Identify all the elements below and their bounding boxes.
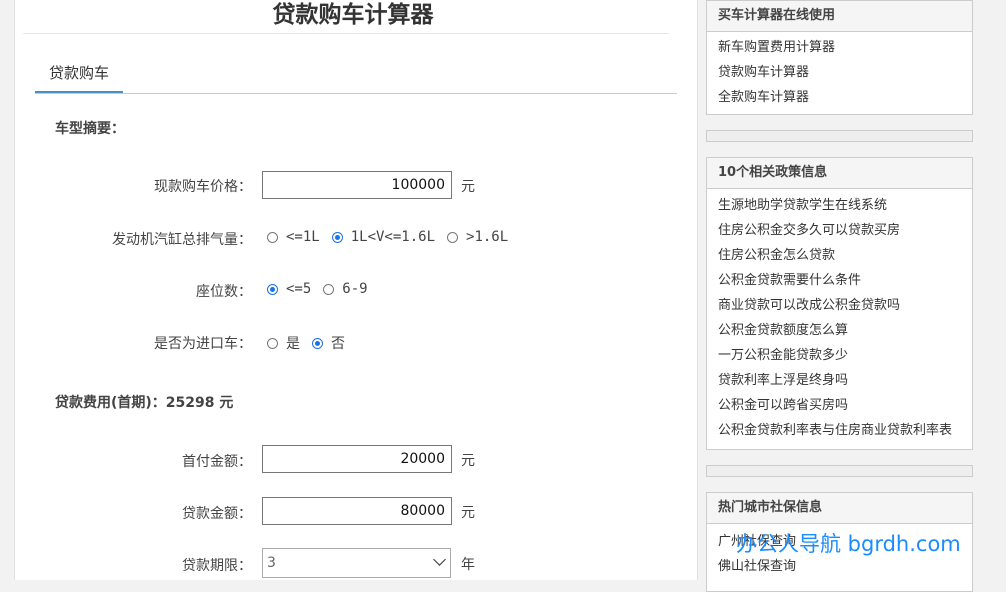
policy-link[interactable]: 公积金贷款利率表与住房商业贷款利率表 xyxy=(707,418,972,443)
loan-amount-unit: 元 xyxy=(461,505,475,521)
page-title: 贷款购车计算器 xyxy=(272,2,434,28)
imported-option-no: 否 xyxy=(331,336,345,352)
watermark: 办公人导航 bgrdh.com xyxy=(736,532,961,556)
loan-term-label: 贷款期限： xyxy=(182,558,252,574)
loan-amount-label: 贷款金额： xyxy=(182,506,252,522)
policy-link[interactable]: 生源地助学贷款学生在线系统 xyxy=(707,193,972,218)
down-payment-label: 首付金额： xyxy=(182,454,252,470)
down-payment-unit: 元 xyxy=(461,453,475,469)
displacement-option-1: <=1L xyxy=(286,229,320,245)
policy-link[interactable]: 一万公积金能贷款多少 xyxy=(707,343,972,368)
chevron-down-icon xyxy=(433,553,446,566)
calculator-link[interactable]: 新车购置费用计算器 xyxy=(707,35,972,60)
seats-label: 座位数： xyxy=(196,284,252,300)
seats-radio-1[interactable] xyxy=(267,283,278,295)
displacement-option-2: 1L<V<=1.6L xyxy=(350,229,436,245)
seats-radios: <=5 6-9 xyxy=(267,281,380,297)
price-input[interactable]: 100000 xyxy=(262,171,452,199)
policy-links-box: 10个相关政策信息 生源地助学贷款学生在线系统 住房公积金交多久可以贷款买房 住… xyxy=(706,157,973,450)
title-divider xyxy=(23,33,669,34)
price-label: 现款购车价格： xyxy=(154,179,252,195)
policy-link[interactable]: 住房公积金怎么贷款 xyxy=(707,243,972,268)
calculator-links-title: 买车计算器在线使用 xyxy=(707,1,972,32)
calculator-link[interactable]: 贷款购车计算器 xyxy=(707,60,972,85)
imported-option-yes: 是 xyxy=(286,336,300,352)
loan-term-unit: 年 xyxy=(461,557,475,573)
displacement-radio-3[interactable] xyxy=(447,231,459,243)
tab-divider xyxy=(35,93,677,94)
price-unit: 元 xyxy=(461,179,475,195)
policy-links-title: 10个相关政策信息 xyxy=(707,158,972,189)
seats-radio-2[interactable] xyxy=(323,283,335,295)
summary-heading: 车型摘要： xyxy=(55,121,125,137)
displacement-option-3: >1.6L xyxy=(466,229,509,245)
imported-radio-no[interactable] xyxy=(312,337,323,349)
displacement-radio-1[interactable] xyxy=(267,231,278,243)
calculator-link[interactable]: 全款购车计算器 xyxy=(707,85,972,110)
loan-term-select[interactable]: 3 xyxy=(262,548,451,578)
policy-link[interactable]: 商业贷款可以改成公积金贷款吗 xyxy=(707,293,972,318)
displacement-radios: <=1L 1L<V<=1.6L >1.6L xyxy=(267,229,520,245)
displacement-radio-2[interactable] xyxy=(331,231,343,243)
sidebar-divider-bar xyxy=(706,465,973,477)
main-panel: 贷款购车计算器 贷款购车 车型摘要： 现款购车价格： 100000 元 发动机汽… xyxy=(14,0,698,580)
imported-label: 是否为进口车： xyxy=(154,336,252,352)
imported-radios: 是 否 xyxy=(267,333,357,353)
policy-link[interactable]: 公积金贷款需要什么条件 xyxy=(707,268,972,293)
imported-radio-yes[interactable] xyxy=(267,337,278,349)
displacement-label: 发动机汽缸总排气量： xyxy=(112,232,252,248)
seats-option-1: <=5 xyxy=(286,281,312,297)
tab-loan-purchase[interactable]: 贷款购车 xyxy=(35,60,123,93)
policy-link[interactable]: 住房公积金交多久可以贷款买房 xyxy=(707,218,972,243)
sidebar-divider-bar xyxy=(706,130,973,142)
calculator-links-box: 买车计算器在线使用 新车购置费用计算器 贷款购车计算器 全款购车计算器 xyxy=(706,0,973,115)
policy-link[interactable]: 公积金贷款额度怎么算 xyxy=(707,318,972,343)
loan-amount-input[interactable]: 80000 xyxy=(262,497,452,525)
down-payment-input[interactable]: 20000 xyxy=(262,445,452,473)
loan-cost-heading: 贷款费用(首期)：25298 元 xyxy=(55,395,234,411)
policy-link[interactable]: 公积金可以跨省买房吗 xyxy=(707,393,972,418)
policy-link[interactable]: 贷款利率上浮是终身吗 xyxy=(707,368,972,393)
loan-term-value: 3 xyxy=(267,555,276,571)
seats-option-2: 6-9 xyxy=(342,281,368,297)
social-security-title: 热门城市社保信息 xyxy=(707,493,972,524)
